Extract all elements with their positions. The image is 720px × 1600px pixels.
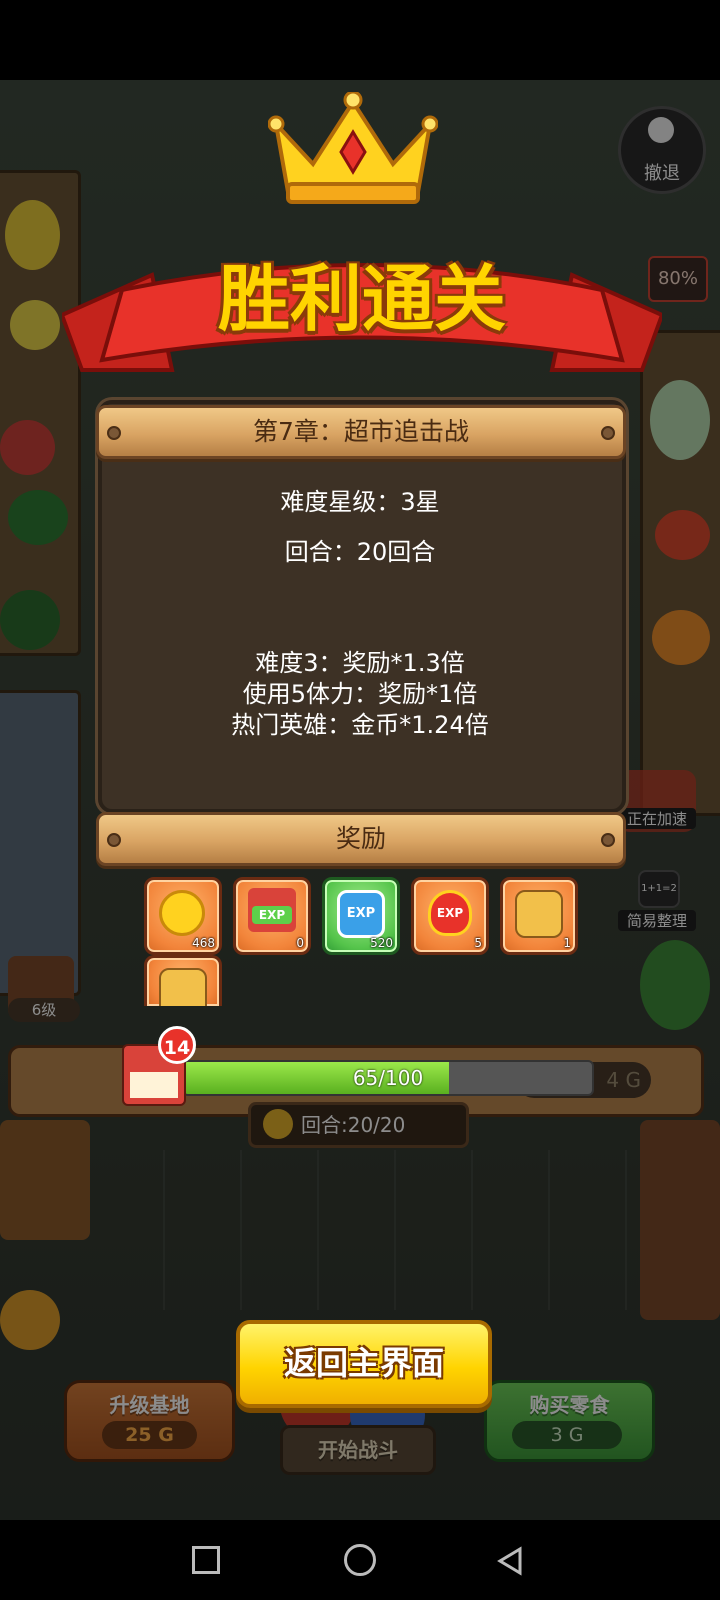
bonus-hot-hero: 热门英雄：金币*1.24倍 bbox=[231, 711, 489, 739]
hero-card-icon bbox=[515, 890, 563, 938]
nail-icon bbox=[107, 426, 121, 440]
level-badge: 14 bbox=[158, 1026, 196, 1064]
crown-icon bbox=[267, 90, 439, 204]
victory-title: 胜利通关 bbox=[217, 257, 506, 341]
rewards-plank: 奖励 bbox=[96, 812, 626, 866]
reward-item[interactable]: 468 bbox=[144, 877, 222, 955]
reward-count: 5 bbox=[474, 936, 482, 950]
nail-icon bbox=[601, 426, 615, 440]
hero-card-icon bbox=[159, 968, 207, 1006]
reward-item[interactable]: EXP 520 bbox=[322, 877, 400, 955]
nail-icon bbox=[107, 833, 121, 847]
reward-count: 1 bbox=[563, 936, 571, 950]
recents-button[interactable] bbox=[192, 1546, 220, 1574]
home-button[interactable] bbox=[344, 1544, 376, 1576]
progress-text: 65/100 bbox=[352, 1066, 424, 1090]
bonus-stamina: 使用5体力：奖励*1倍 bbox=[242, 680, 478, 708]
result-panel bbox=[98, 400, 626, 813]
status-bar bbox=[0, 0, 720, 80]
reward-item[interactable] bbox=[144, 955, 222, 1006]
return-main-button[interactable]: 返回主界面 bbox=[236, 1320, 492, 1408]
chapter-title: 第7章：超市追击战 bbox=[253, 417, 469, 446]
gold-coin-icon bbox=[159, 890, 205, 936]
difficulty-stars: 难度星级：3星 bbox=[280, 488, 440, 516]
reward-item[interactable]: EXP 5 bbox=[411, 877, 489, 955]
exp-badge-icon: EXP bbox=[428, 890, 472, 936]
bonus-difficulty: 难度3：奖励*1.3倍 bbox=[255, 649, 465, 677]
shop-level-progress: 65/100 bbox=[182, 1060, 594, 1096]
reward-count: 520 bbox=[370, 936, 393, 950]
exp-gem-icon: EXP bbox=[337, 890, 385, 938]
nail-icon bbox=[601, 833, 615, 847]
back-button[interactable] bbox=[496, 1546, 524, 1576]
reward-item[interactable]: 1 bbox=[500, 877, 578, 955]
reward-item[interactable]: EXP 0 bbox=[233, 877, 311, 955]
rewards-header: 奖励 bbox=[335, 824, 386, 853]
reward-count: 0 bbox=[296, 936, 304, 950]
chapter-plank: 第7章：超市追击战 bbox=[96, 405, 626, 459]
system-nav-bar bbox=[0, 1520, 720, 1600]
round-count: 回合：20回合 bbox=[284, 538, 436, 566]
shop-exp-icon: EXP bbox=[248, 888, 296, 932]
return-main-label: 返回主界面 bbox=[283, 1344, 444, 1382]
victory-banner: 胜利通关 bbox=[62, 220, 662, 390]
reward-count: 468 bbox=[192, 936, 215, 950]
